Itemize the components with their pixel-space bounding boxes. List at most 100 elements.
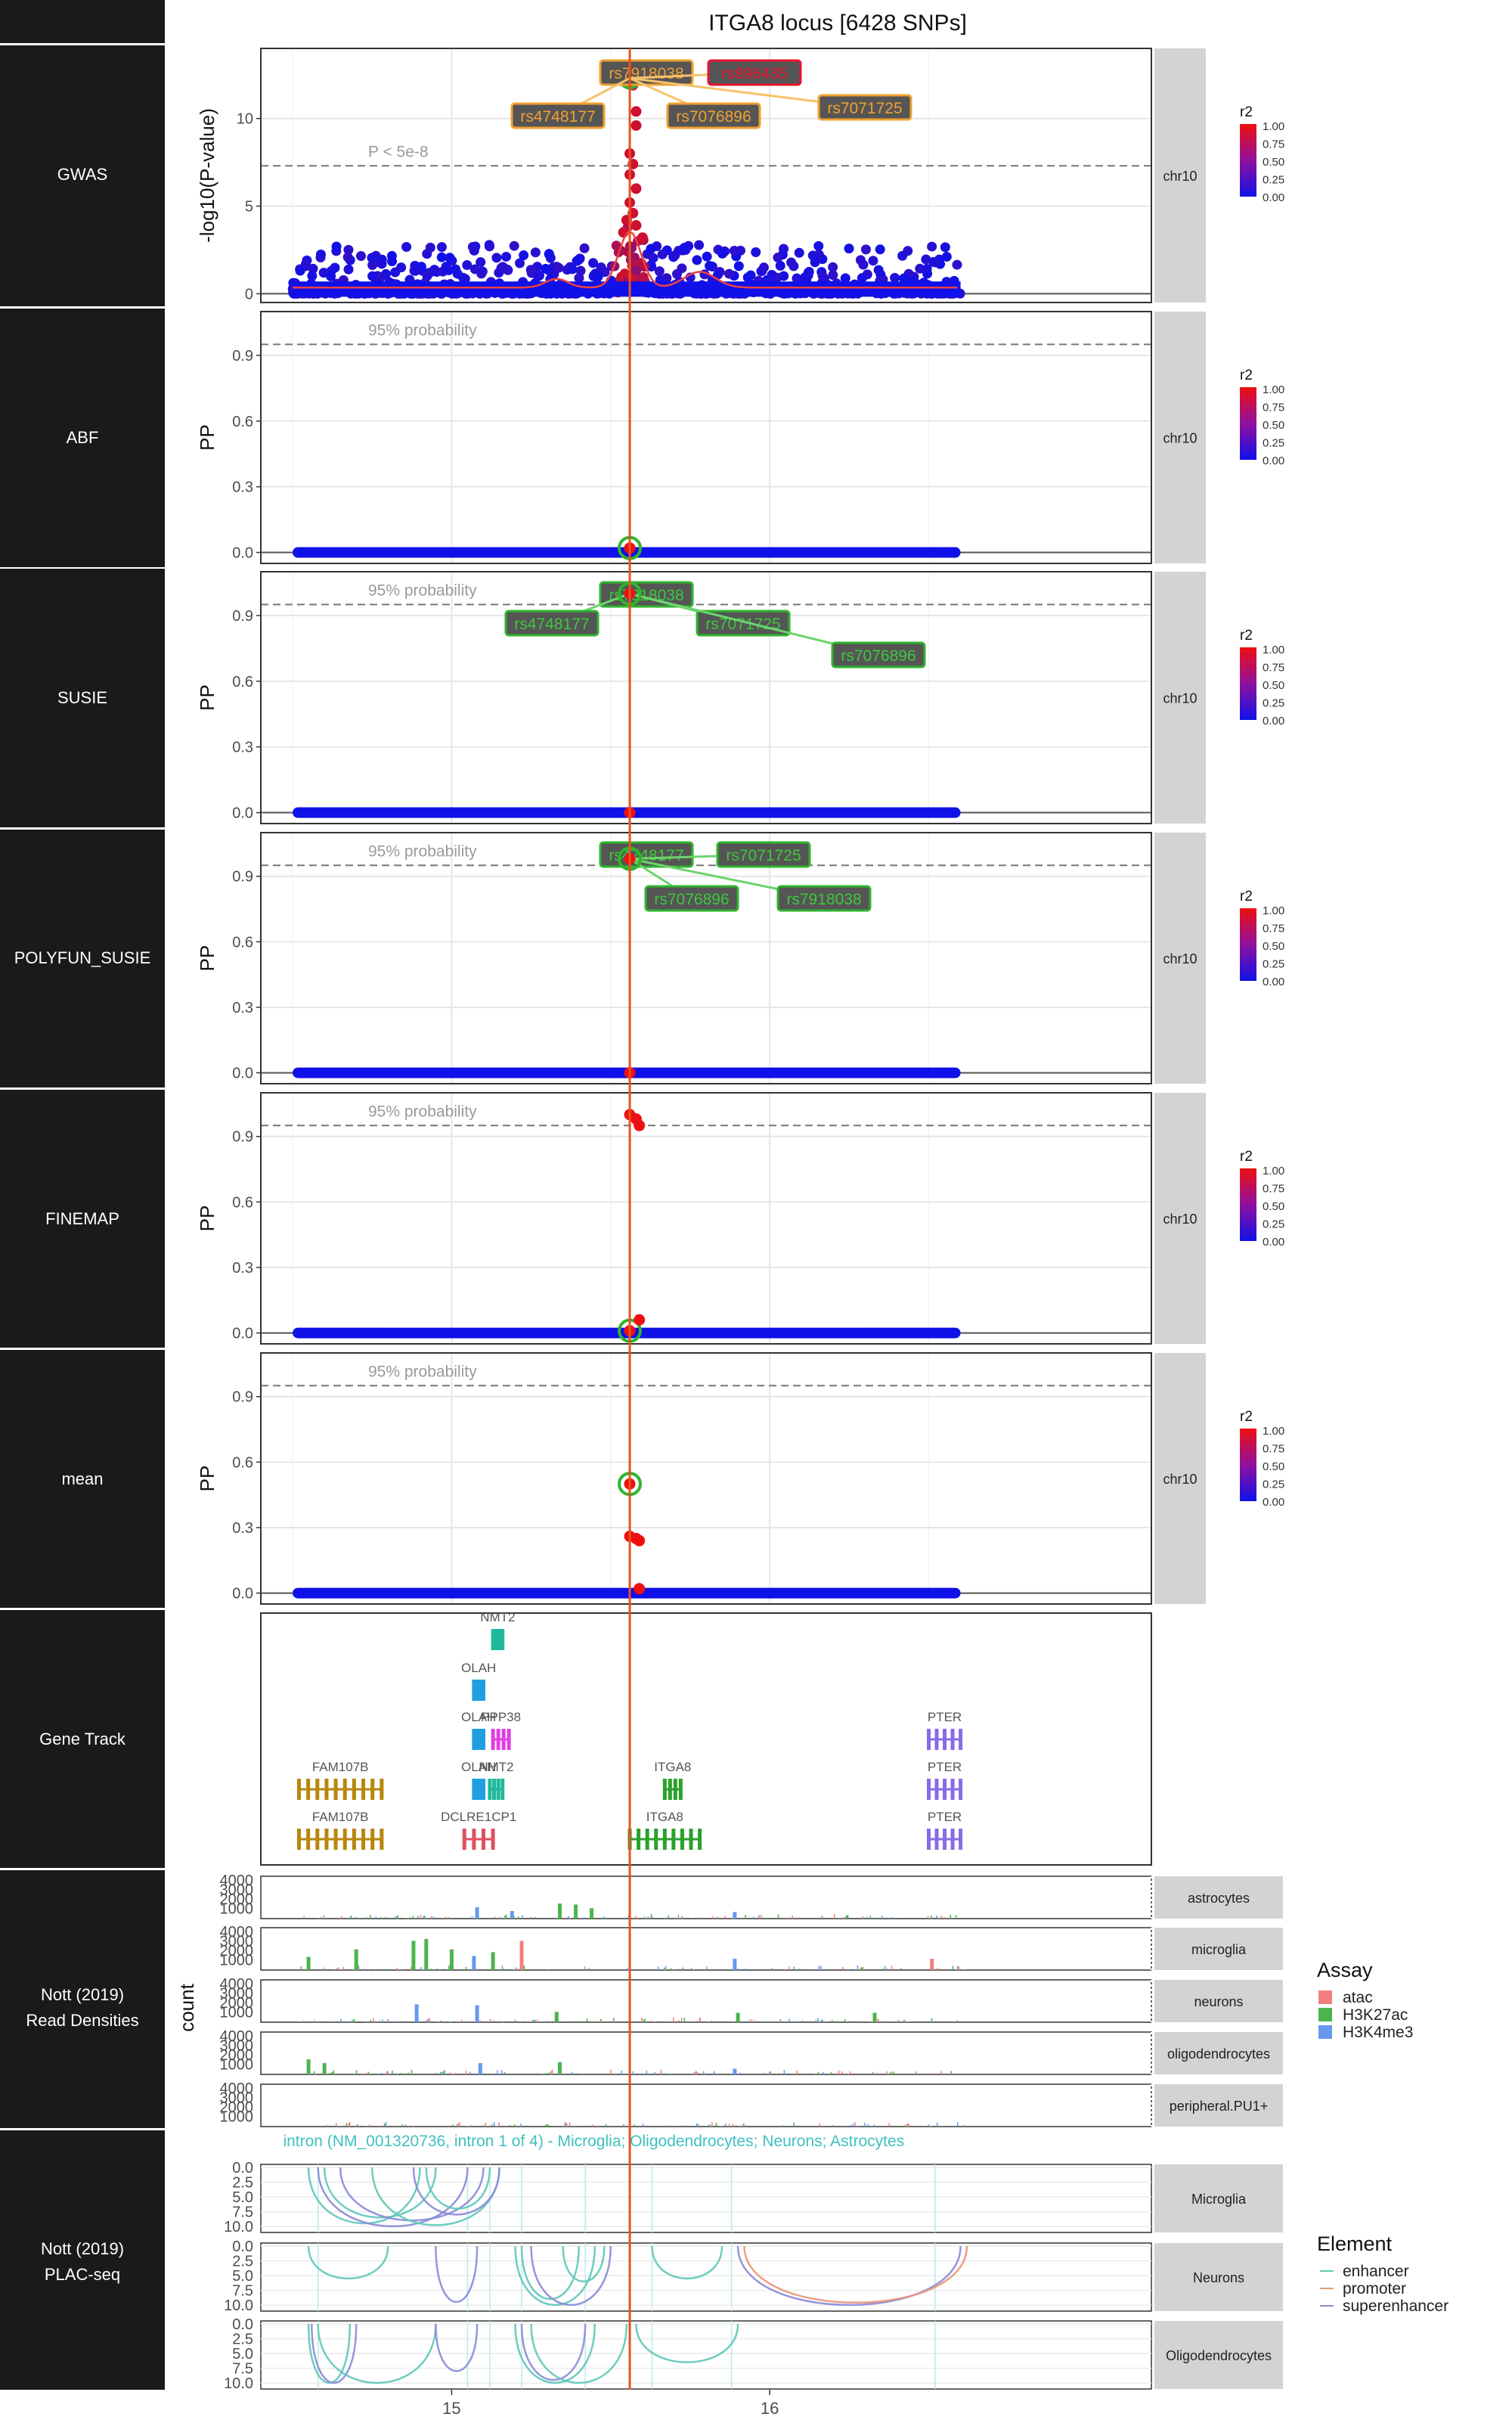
row-label: SUSIE <box>57 688 107 707</box>
legend-tick-label: 0.50 <box>1263 419 1284 432</box>
snp-point-peak <box>637 232 648 244</box>
legend-title: r2 <box>1240 1409 1253 1425</box>
gene-exon <box>315 1779 320 1800</box>
plac-track-frame <box>260 2242 1152 2312</box>
snp-point <box>778 244 789 254</box>
snp-point <box>952 259 962 270</box>
snp-point <box>544 249 554 259</box>
legend-tick-label: 1.00 <box>1263 1165 1284 1177</box>
gene-exon <box>500 1779 505 1800</box>
y-axis-title: PP <box>196 1205 218 1232</box>
legend-swatch <box>1318 2025 1332 2039</box>
y-tick-label: 0.0 <box>232 805 253 822</box>
row-label: Nott (2019) <box>41 2239 124 2258</box>
snp-point <box>491 253 502 263</box>
legend-tick-label: 0.75 <box>1263 1443 1284 1456</box>
gene-exon <box>500 1629 505 1650</box>
y-tick-label: 4000 <box>220 1872 254 1889</box>
y-tick-label: 0.0 <box>232 1066 253 1082</box>
row-label: FINEMAP <box>45 1209 119 1228</box>
snp-point <box>501 251 512 262</box>
gene-exon <box>315 1829 320 1850</box>
snp-point <box>462 259 472 270</box>
snp-point <box>425 242 435 253</box>
gene-exon <box>662 1779 667 1800</box>
density-peak <box>306 2059 311 2074</box>
gene-exon <box>927 1829 931 1850</box>
facet-strip-label: chr10 <box>1163 1212 1197 1227</box>
gene-exon <box>361 1779 366 1800</box>
gene-exon <box>324 1779 329 1800</box>
gene-exon <box>654 1829 658 1850</box>
density-peak <box>478 2063 482 2074</box>
facet-strip-label: chr10 <box>1163 1472 1197 1487</box>
gene-exon <box>380 1829 384 1850</box>
gene-label: PPP38 <box>481 1710 521 1724</box>
y-tick-label: 4000 <box>220 2028 254 2045</box>
legend-tick-label: 0.75 <box>1263 662 1284 675</box>
density-track-frame <box>260 1927 1152 1971</box>
y-axis-title: PP <box>196 684 218 711</box>
y-tick-label: 5 <box>245 199 253 216</box>
row-label: ABF <box>67 428 99 447</box>
y-tick-label: 0.9 <box>232 608 253 625</box>
legend-tick-label: 0.00 <box>1263 976 1284 988</box>
density-peak <box>930 1959 934 1970</box>
snp-point <box>922 263 932 274</box>
density-peak <box>491 1952 495 1970</box>
y-axis-title: PP <box>196 424 218 451</box>
x-tick-label: 15 <box>442 2399 460 2418</box>
snp-point <box>579 243 590 253</box>
snp-point <box>530 247 541 258</box>
snp-point <box>646 244 656 254</box>
y-tick-label: 0 <box>245 286 253 302</box>
snp-point-peak <box>631 119 642 131</box>
density-track-frame <box>260 1979 1152 2023</box>
y-tick-label: 0.3 <box>232 1000 253 1016</box>
gene-model <box>627 1829 702 1850</box>
pp-point <box>634 1314 646 1326</box>
snp-label-text: rs4748177 <box>514 616 589 633</box>
snp-point <box>444 265 454 275</box>
row-label-bg <box>0 2130 165 2390</box>
track-strip-label: Microglia <box>1191 2192 1247 2207</box>
gene-exon <box>645 1829 649 1850</box>
y-tick-label: 0.0 <box>232 545 253 562</box>
gene-exon <box>380 1779 384 1800</box>
y-tick-label: 0.3 <box>232 1520 253 1537</box>
legend-colorbar <box>1240 908 1256 981</box>
gene-exon <box>927 1729 931 1750</box>
snp-point <box>409 265 420 276</box>
gene-exon <box>673 1779 677 1800</box>
row-label: mean <box>61 1469 103 1488</box>
panel-bg <box>261 833 1151 1084</box>
gene-exon <box>662 1829 667 1850</box>
snp-point <box>702 251 712 262</box>
gene-exon <box>943 1829 947 1850</box>
legend-item: superenhancer <box>1343 2297 1448 2315</box>
gene-exon <box>492 1779 497 1800</box>
gene-exon <box>950 1779 955 1800</box>
legend-title: Assay <box>1317 1959 1373 1981</box>
snp-point <box>596 262 606 273</box>
snp-point-peak <box>631 106 642 117</box>
snp-point <box>326 271 336 282</box>
snp-point <box>436 242 447 253</box>
snp-point <box>844 244 854 254</box>
row-label: Read Densities <box>26 2011 138 2030</box>
gene-label: FAM107B <box>312 1810 369 1824</box>
threshold-label: 95% probability <box>368 1103 477 1120</box>
snp-point <box>927 241 937 252</box>
legend-swatch <box>1318 2008 1332 2021</box>
y-tick-label: 10 <box>237 111 253 128</box>
density-peak <box>414 2004 419 2022</box>
snp-point <box>467 242 478 253</box>
y-tick-label: 0.6 <box>232 414 253 430</box>
snp-point <box>553 262 564 273</box>
snp-point <box>875 244 885 255</box>
gene-exon <box>482 1729 485 1750</box>
snp-point <box>890 272 900 283</box>
density-track-frame <box>260 2031 1152 2075</box>
y-tick-label: 0.3 <box>232 1260 253 1277</box>
gene-exon <box>488 1779 492 1800</box>
